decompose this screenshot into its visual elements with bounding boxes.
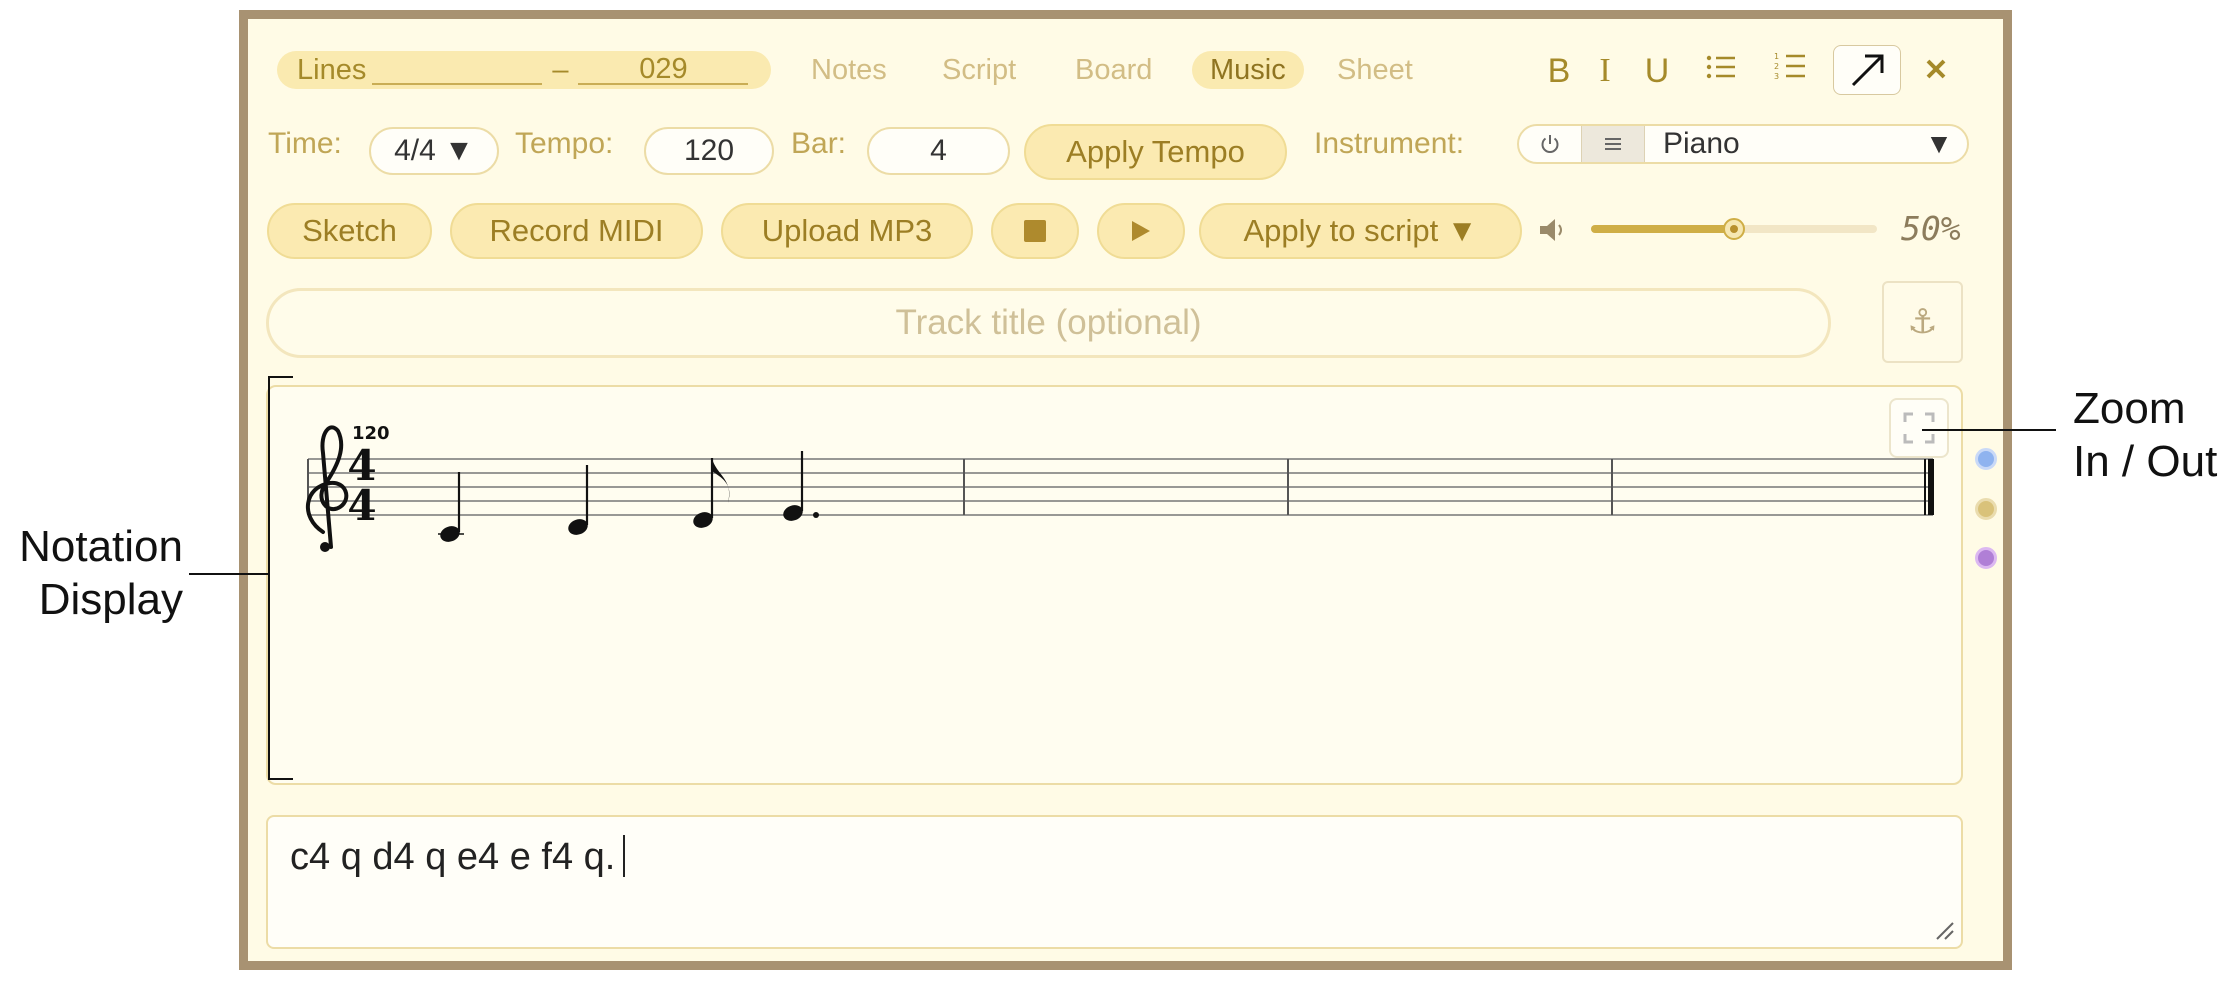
speaker-icon (1538, 215, 1574, 245)
lines-range-pill[interactable]: Lines – 029 (277, 51, 771, 89)
lines-end-field[interactable]: 029 (578, 55, 749, 85)
music-panel-window: Lines – 029 Notes Script Board Music She… (239, 10, 2012, 970)
tab-notes[interactable]: Notes (811, 51, 887, 89)
time-label: Time: (268, 127, 342, 160)
italic-button[interactable]: I (1593, 49, 1617, 93)
bullet-list-icon (1706, 55, 1735, 79)
lines-start-field[interactable] (372, 55, 543, 85)
tempo-label: Tempo: (515, 127, 614, 160)
pop-out-button[interactable] (1833, 45, 1901, 95)
treble-clef-icon (306, 425, 349, 552)
zoom-callout-line (1922, 429, 2056, 431)
svg-text:3: 3 (1774, 72, 1779, 81)
play-icon (1132, 221, 1150, 241)
bullet-list-button[interactable] (1705, 52, 1739, 84)
callout-notation-line1: Notation (19, 522, 183, 571)
numbered-list-button[interactable]: 123 (1774, 50, 1808, 84)
staff-lines (308, 458, 1933, 516)
underline-button[interactable]: U (1639, 49, 1675, 93)
sketch-button[interactable]: Sketch (267, 203, 432, 259)
stop-button[interactable] (991, 203, 1079, 259)
arrow-up-right-icon (1851, 54, 1884, 87)
volume-slider-handle[interactable] (1723, 218, 1745, 240)
upload-mp3-button[interactable]: Upload MP3 (721, 203, 973, 259)
tab-script[interactable]: Script (942, 51, 1016, 89)
track-title-input[interactable]: Track title (optional) (266, 288, 1831, 358)
color-dot-blue[interactable] (1975, 448, 1997, 470)
lines-dash: – (552, 53, 569, 86)
note-c4-quarter (438, 472, 464, 542)
anchor-icon: ⚓ (1907, 303, 1938, 341)
svg-text:1: 1 (1774, 52, 1779, 61)
volume-slider[interactable] (1591, 218, 1877, 240)
tab-sheet[interactable]: Sheet (1337, 51, 1413, 89)
notation-script-textarea[interactable]: c4 q d4 q e4 e f4 q. (266, 815, 1963, 949)
apply-to-script-button[interactable]: Apply to script ▼ (1199, 203, 1522, 259)
close-icon (1926, 59, 1946, 79)
bold-button[interactable]: B (1542, 49, 1576, 93)
lines-label: Lines (297, 53, 367, 86)
svg-text:2: 2 (1774, 62, 1779, 71)
stop-icon (1024, 220, 1046, 242)
notation-callout-bracket (189, 376, 293, 780)
power-icon (1541, 135, 1559, 153)
apply-tempo-button[interactable]: Apply Tempo (1024, 124, 1287, 180)
volume-slider-fill (1591, 225, 1734, 233)
tempo-input[interactable]: 120 (644, 127, 774, 175)
time-signature-select[interactable]: 4/4 ▼ (369, 127, 499, 175)
bar-input[interactable]: 4 (867, 127, 1010, 175)
notation-display: 120 4 4 (266, 385, 1963, 785)
text-caret (623, 835, 626, 877)
instrument-menu-toggle[interactable] (1581, 126, 1645, 162)
instrument-value: Piano (1663, 127, 1740, 160)
callout-notation-line2: Display (38, 575, 183, 624)
staff-svg: 120 4 4 (306, 423, 1934, 552)
tab-music[interactable]: Music (1192, 51, 1304, 89)
instrument-select[interactable]: Piano ▼ (1517, 124, 1969, 164)
callout-zoom-line1: Zoom (2073, 384, 2186, 433)
play-button[interactable] (1097, 203, 1185, 259)
script-text: c4 q d4 q e4 e f4 q. (290, 836, 616, 878)
volume-value: 50% (1901, 209, 1961, 248)
resize-handle-icon[interactable] (1931, 917, 1955, 941)
record-midi-button[interactable]: Record MIDI (450, 203, 703, 259)
time-signature-bottom: 4 (347, 481, 376, 530)
color-dot-gold[interactable] (1975, 498, 1997, 520)
note-e4-eighth (693, 458, 730, 528)
chevron-down-icon: ▼ (1925, 128, 1953, 159)
numbered-list-icon: 123 (1774, 52, 1805, 81)
bar-label: Bar: (791, 127, 847, 160)
close-button[interactable] (1919, 52, 1953, 86)
zoom-callout: Zoom In / Out (2073, 382, 2217, 488)
notation-display-callout: Notation Display (8, 520, 183, 626)
anchor-button[interactable]: ⚓ (1882, 281, 1963, 363)
tab-board[interactable]: Board (1075, 51, 1152, 89)
menu-icon (1605, 138, 1621, 150)
instrument-power-toggle[interactable] (1519, 126, 1581, 162)
instrument-label: Instrument: (1314, 127, 1465, 160)
callout-zoom-line2: In / Out (2073, 437, 2218, 486)
color-dot-purple[interactable] (1975, 547, 1997, 569)
